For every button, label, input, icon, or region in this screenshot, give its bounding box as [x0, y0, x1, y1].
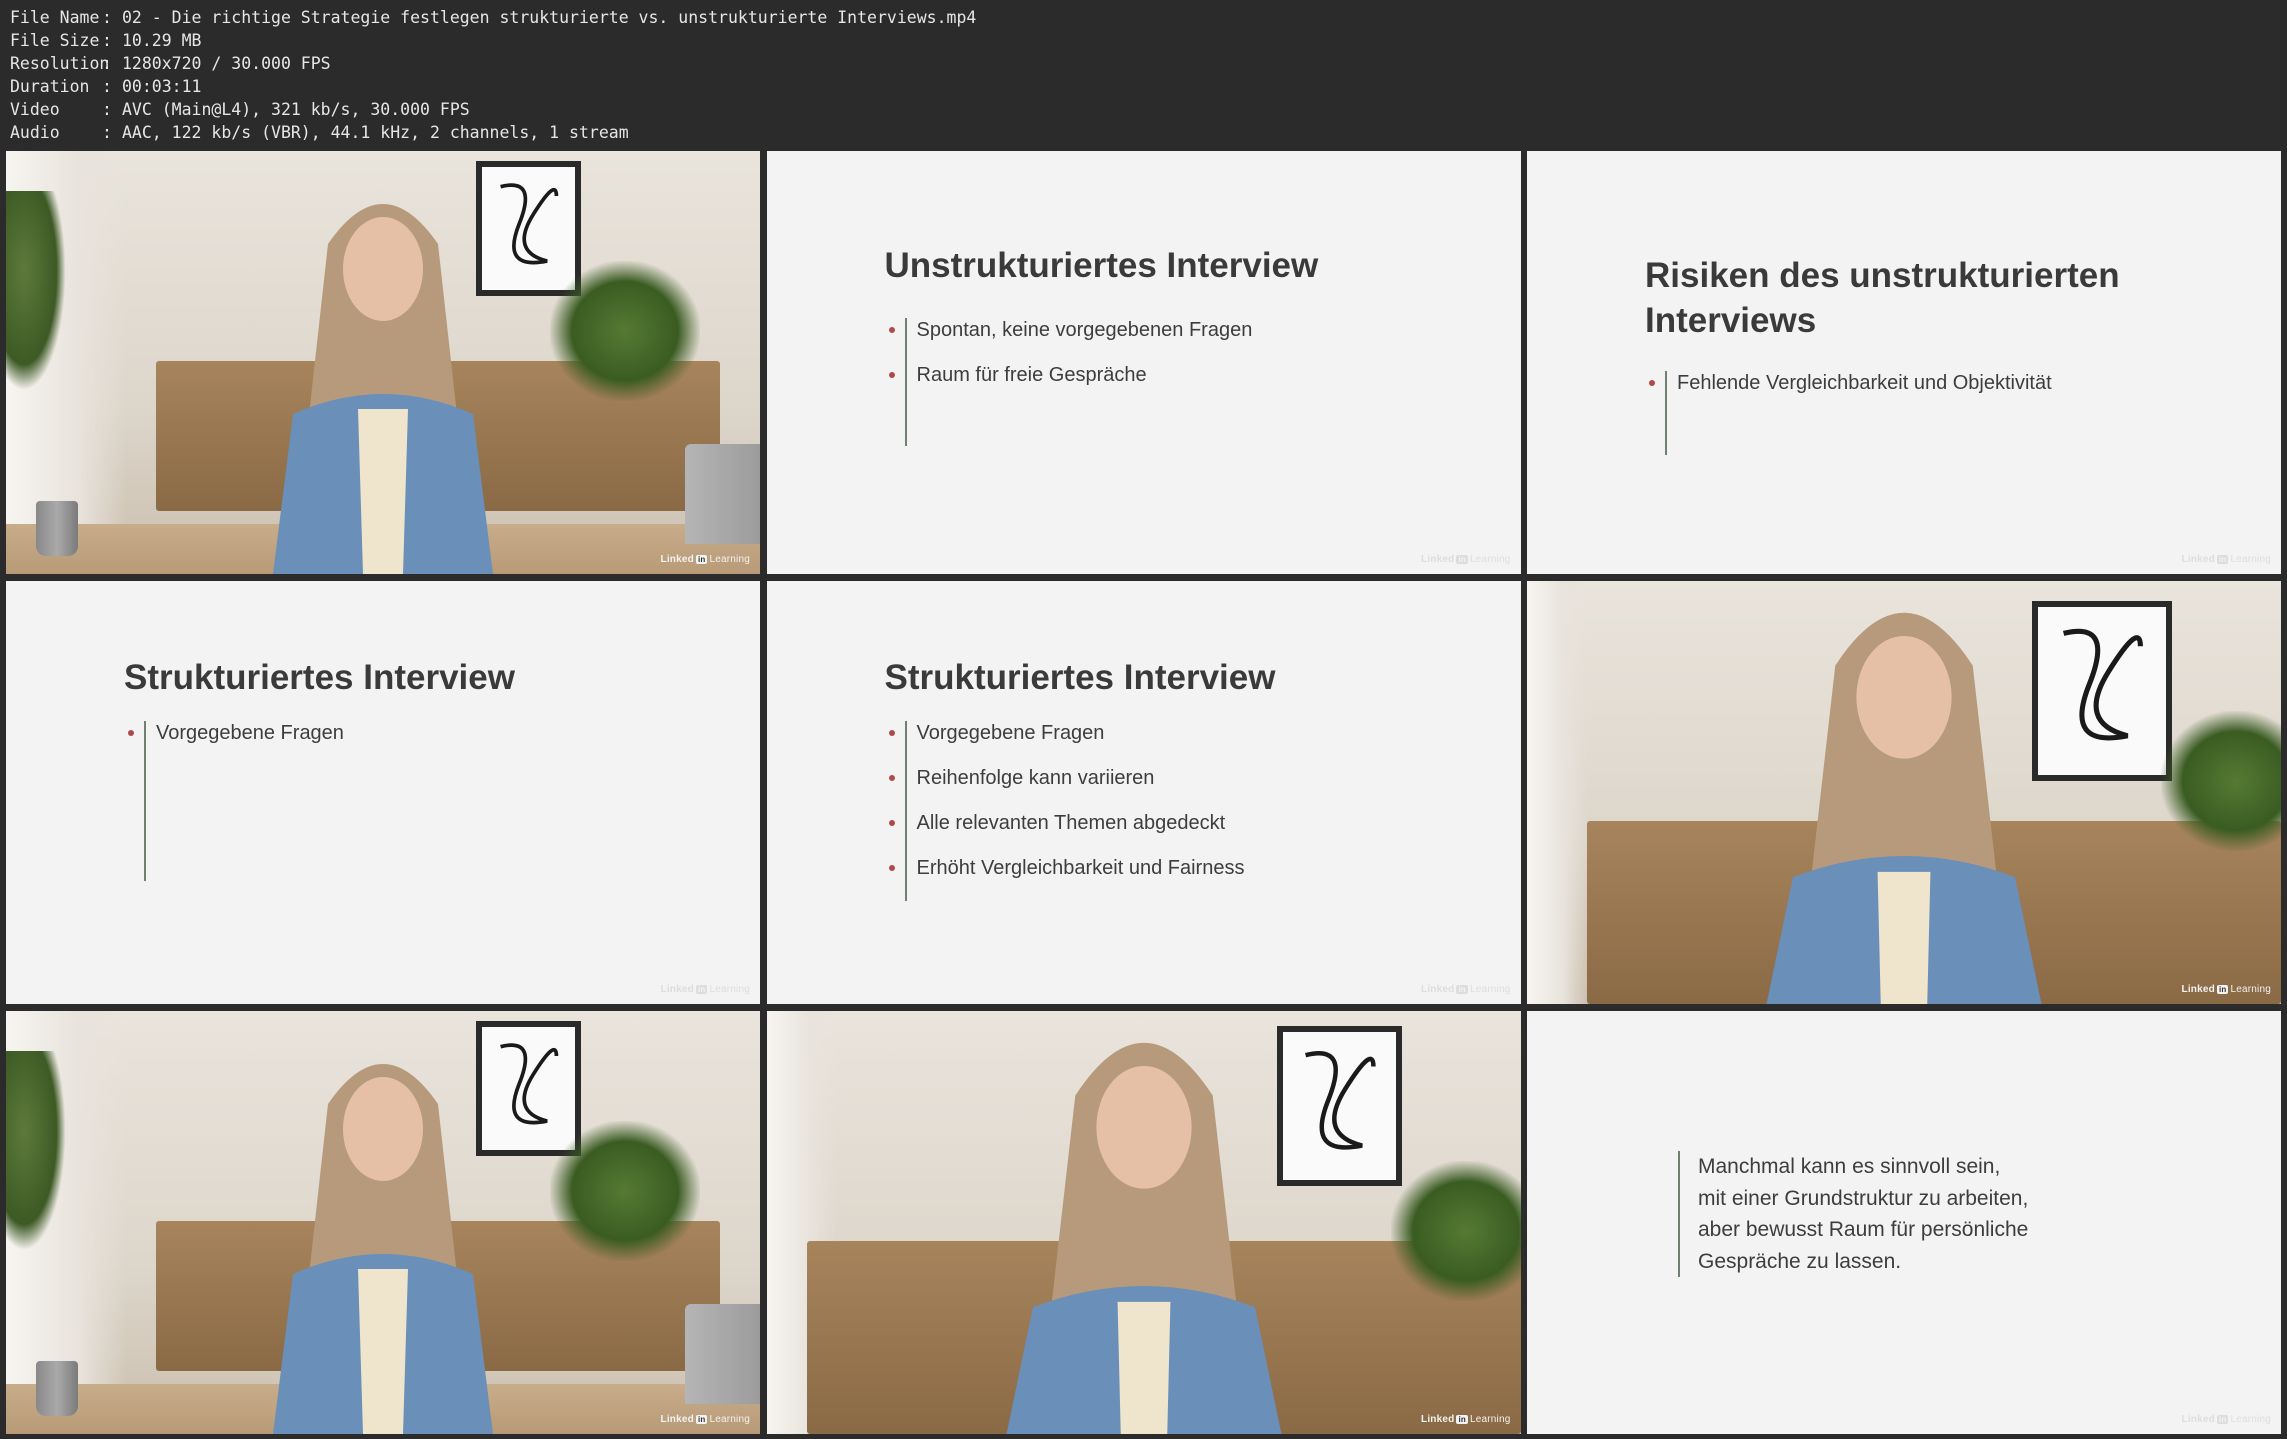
bullet-icon	[888, 327, 895, 333]
plant	[2161, 711, 2281, 851]
linkedin-learning-logo: Linked in Learning	[660, 1414, 750, 1425]
duration-value: 00:03:11	[122, 77, 202, 96]
linkedin-learning-logo: Linked in Learning	[660, 984, 750, 995]
bullet-list: Fehlende Vergleichbarkeit und Objektivit…	[1649, 371, 2052, 455]
thumbnail-frame-6[interactable]: Linked in Learning	[1527, 581, 2281, 1004]
bullet-item: Reihenfolge kann variieren	[888, 766, 1245, 811]
bullet-icon	[888, 372, 895, 378]
quote-line: Gespräche zu lassen.	[1698, 1249, 1902, 1273]
bullet-icon	[1649, 380, 1655, 386]
mug	[36, 501, 78, 556]
linkedin-learning-logo: Linked in Learning	[1421, 1414, 1511, 1425]
file-name-value: 02 - Die richtige Strategie festlegen st…	[122, 8, 977, 27]
laptop	[685, 444, 760, 544]
bullet-item: Fehlende Vergleichbarkeit und Objektivit…	[1649, 371, 2052, 416]
bullet-list: Spontan, keine vorgegebenen Fragen Raum …	[888, 318, 1253, 446]
thumbnail-frame-8[interactable]: Linked in Learning	[766, 1011, 1521, 1434]
quote-line: aber bewusst Raum für persönliche	[1698, 1218, 2029, 1241]
duration-row: Duration: 00:03:11	[10, 77, 202, 96]
quote-line: Manchmal kann es sinnvoll sein,	[1698, 1155, 2001, 1178]
plant	[6, 1051, 66, 1251]
bullet-item: Vorgegebene Fragen	[128, 721, 344, 766]
plant	[1390, 1161, 1521, 1301]
video-row: Video: AVC (Main@L4), 321 kb/s, 30.000 F…	[10, 100, 470, 119]
thumbnail-frame-3[interactable]: Risiken des unstrukturierten Interviews F…	[1527, 151, 2281, 574]
linkedin-learning-logo: Linked in Learning	[2181, 1414, 2271, 1425]
bullet-item: Spontan, keine vorgegebenen Fragen	[888, 318, 1252, 363]
plant	[550, 261, 700, 401]
file-size-row: File Size: 10.29 MB	[10, 31, 202, 50]
thumbnail-frame-7[interactable]: Linked in Learning	[6, 1011, 760, 1434]
linkedin-learning-logo: Linked in Learning	[1421, 984, 1511, 995]
presenter	[233, 174, 533, 574]
bullet-item: Raum für freie Gespräche	[888, 363, 1253, 408]
slide-title: Risiken des unstrukturierten Interviews	[1645, 256, 2120, 340]
bullet-icon	[128, 730, 134, 736]
file-name-row: File Name: 02 - Die richtige Strategie f…	[10, 8, 977, 27]
thumbnail-frame-1[interactable]: Linked in Learning	[6, 151, 760, 574]
thumbnail-grid: Linked in Learning Unstrukturiertes Interv…	[6, 151, 2281, 1434]
presenter	[233, 1034, 533, 1434]
bullet-list: Vorgegebene Fragen Reihenfolge kann vari…	[888, 721, 1245, 901]
resolution-row: Resolution: 1280x720 / 30.000 FPS	[10, 54, 331, 73]
presenter	[1714, 581, 2094, 1004]
bullet-icon	[888, 730, 895, 736]
file-info-header: File Name: 02 - Die richtige Strategie f…	[10, 6, 976, 144]
curtain	[1527, 581, 1587, 1004]
bullet-icon	[888, 775, 895, 781]
bullet-list: Vorgegebene Fragen	[128, 721, 344, 881]
bullet-item: Alle relevanten Themen abgedeckt	[888, 811, 1245, 856]
slide-title: Unstrukturiertes Interview	[884, 246, 1319, 285]
slide-title: Strukturiertes Interview	[884, 658, 1276, 697]
bullet-item: Vorgegebene Fragen	[888, 721, 1245, 766]
file-size-value: 10.29 MB	[122, 31, 202, 50]
thumbnail-frame-4[interactable]: Strukturiertes Interview Vorgegebene Fra…	[6, 581, 760, 1004]
bullet-icon	[888, 865, 895, 871]
laptop	[685, 1304, 760, 1404]
thumbnail-frame-2[interactable]: Unstrukturiertes Interview Spontan, kein…	[766, 151, 1521, 574]
bullet-item: Erhöht Vergleichbarkeit und Fairness	[888, 856, 1244, 901]
bullet-icon	[888, 820, 895, 826]
linkedin-learning-logo: Linked in Learning	[660, 554, 750, 565]
thumbnail-frame-5[interactable]: Strukturiertes Interview Vorgegebene Fra…	[766, 581, 1521, 1004]
linkedin-learning-logo: Linked in Learning	[2181, 554, 2271, 565]
quote-line: mit einer Grundstruktur zu arbeiten,	[1698, 1186, 2029, 1210]
linkedin-learning-logo: Linked in Learning	[1421, 554, 1511, 565]
plant	[6, 191, 66, 391]
resolution-value: 1280x720 / 30.000 FPS	[122, 54, 331, 73]
thumbnail-frame-9[interactable]: Manchmal kann es sinnvoll sein, mit eine…	[1527, 1011, 2281, 1434]
linkedin-learning-logo: Linked in Learning	[2181, 984, 2271, 995]
slide-title: Strukturiertes Interview	[124, 658, 515, 697]
audio-value: AAC, 122 kb/s (VBR), 44.1 kHz, 2 channel…	[122, 123, 629, 142]
mug	[36, 1361, 78, 1416]
audio-row: Audio: AAC, 122 kb/s (VBR), 44.1 kHz, 2 …	[10, 123, 629, 142]
video-value: AVC (Main@L4), 321 kb/s, 30.000 FPS	[122, 100, 470, 119]
quote-block: Manchmal kann es sinnvoll sein, mit eine…	[1678, 1151, 2028, 1277]
plant	[550, 1121, 700, 1261]
presenter	[964, 1011, 1324, 1434]
